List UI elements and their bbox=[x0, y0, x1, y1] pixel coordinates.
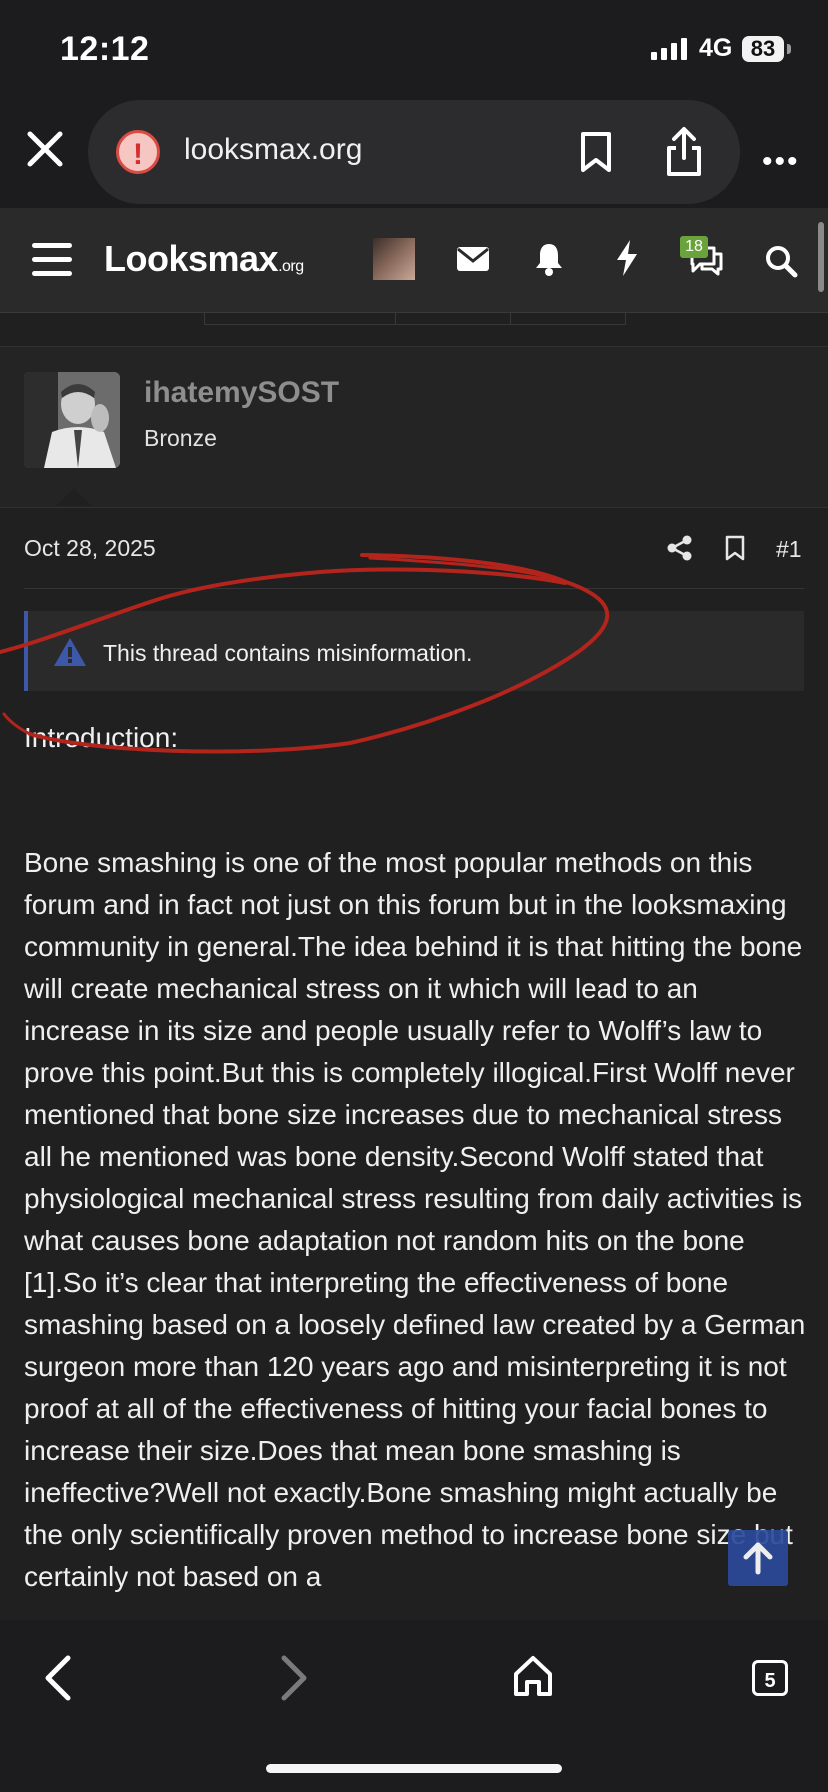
signal-icon bbox=[651, 38, 687, 60]
bolt-icon[interactable] bbox=[615, 240, 639, 276]
author-username[interactable]: ihatemySOST bbox=[144, 376, 339, 410]
arrow-up-icon bbox=[743, 1542, 773, 1575]
menu-icon[interactable] bbox=[32, 243, 72, 277]
more-icon[interactable]: ••• bbox=[762, 145, 800, 179]
scroll-to-top-button[interactable] bbox=[728, 1530, 788, 1586]
close-icon[interactable] bbox=[22, 126, 68, 172]
search-icon[interactable] bbox=[764, 244, 798, 278]
author-photo bbox=[24, 372, 120, 468]
author-pointer bbox=[56, 488, 92, 506]
author-rank: Bronze bbox=[144, 425, 217, 451]
author-avatar[interactable] bbox=[24, 372, 120, 468]
network-type: 4G bbox=[699, 34, 733, 62]
account-avatar[interactable] bbox=[373, 238, 415, 280]
annotation-circle bbox=[0, 553, 610, 754]
post-author-block bbox=[0, 346, 828, 508]
logo-text: Looksmax bbox=[104, 238, 279, 279]
status-time: 12:12 bbox=[60, 30, 150, 68]
home-icon[interactable] bbox=[512, 1654, 554, 1698]
share-icon[interactable] bbox=[664, 126, 704, 178]
tabs-icon[interactable]: 5 bbox=[752, 1660, 788, 1696]
mail-icon[interactable] bbox=[456, 246, 490, 272]
bell-icon[interactable] bbox=[534, 242, 564, 276]
url-text[interactable]: looksmax.org bbox=[184, 133, 362, 167]
battery-level: 83 bbox=[742, 36, 784, 62]
logo-suffix: .org bbox=[278, 258, 304, 275]
bookmark-icon[interactable] bbox=[578, 130, 614, 174]
post-body: Bone smashing is one of the most popular… bbox=[24, 847, 806, 1592]
forward-icon[interactable] bbox=[278, 1654, 312, 1702]
warning-icon[interactable]: ! bbox=[116, 130, 160, 174]
home-indicator[interactable] bbox=[266, 1764, 562, 1773]
battery-icon bbox=[787, 44, 791, 54]
tabs-outline bbox=[204, 312, 626, 325]
scrollbar[interactable] bbox=[818, 222, 824, 292]
alerts-badge: 18 bbox=[680, 236, 708, 258]
site-logo[interactable]: Looksmax.org bbox=[104, 238, 304, 280]
back-icon[interactable] bbox=[40, 1654, 74, 1702]
